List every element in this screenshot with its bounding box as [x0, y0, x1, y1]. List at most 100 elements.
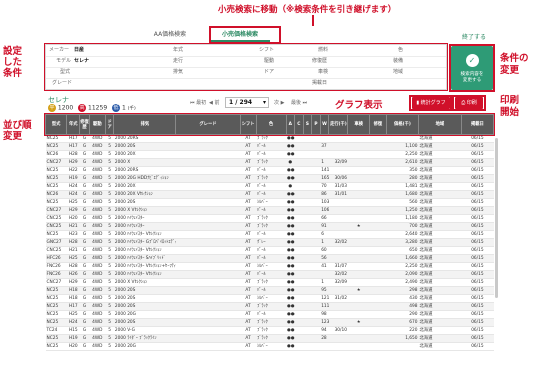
column-header[interactable]: 地域 [418, 114, 462, 135]
table-row[interactable]: NC25 H19 G 4WD 5 2000 20G HDDﾅﾋﾞｴﾃﾞｨｼｮﾝ AT ﾌﾞﾗｯ… [45, 174, 494, 183]
column-header[interactable]: シフト [239, 114, 257, 135]
table-cell [369, 342, 387, 351]
table-cell: ●● [286, 294, 295, 303]
table-row[interactable]: FNC26 H28 G 4WD 5 2000 ﾊｲｳｪｲｽﾀｰ Vｾﾚｸｼｮﾝ+ｾｰﾌﾃｨ… [45, 262, 494, 271]
table-row[interactable]: NC25 H23 G 4WD 5 2000 ﾊｲｳｪｲｽﾀｰ Vｾﾚｸｼｮﾝ AT ﾊﾟｰﾙ ●… [45, 230, 494, 239]
prev-page-button[interactable]: ◀ 前 [209, 99, 219, 106]
table-row[interactable]: NC25 H17 G 4WD 5 2000 20S AT ﾊﾟｰﾙ ●● 37 1,100 北海道 06… [45, 142, 494, 151]
table-cell [347, 302, 370, 311]
table-cell: 06/15 [461, 294, 494, 303]
change-conditions-button[interactable]: ✓ 検索内容を 変更する [451, 46, 493, 90]
column-header[interactable]: 掲載日 [460, 114, 495, 135]
column-header[interactable]: ドア [104, 114, 115, 135]
table-cell: H25 [66, 310, 80, 319]
column-header[interactable]: 価格(千) [385, 114, 420, 135]
table-cell [303, 174, 312, 183]
table-cell: G [79, 246, 90, 255]
table-row[interactable]: CNC25 H21 G 4WD 5 2000 ﾊｲｳｪｲｽﾀｰ Vｾﾚｸｼｮﾝ AT ﾊﾟｰﾙ… [45, 246, 494, 255]
table-row[interactable]: CNC27 H29 G 4WD 5 2000 X AT ﾌﾞﾗｯｸ ● 1 32/09 2,610 北海… [45, 158, 494, 167]
next-page-button[interactable]: 次 ▶ [274, 99, 284, 106]
table-cell: AT [240, 310, 257, 319]
column-header[interactable]: 型式 [44, 114, 68, 135]
column-header[interactable]: 修復 [368, 114, 387, 135]
table-row[interactable]: CNC25 H20 G 4WD 5 2000 ﾊｲｳｪｲｽﾀｰ AT ﾌﾞﾗｯｸ ●● 66 1,1… [45, 214, 494, 223]
column-header[interactable]: 駆動 [88, 114, 106, 135]
table-cell: 5 [105, 342, 114, 351]
tab-aa-search[interactable]: AA価格検索 [140, 28, 200, 42]
column-header[interactable]: S [302, 114, 313, 135]
exit-link[interactable]: 終了する [462, 32, 486, 41]
first-page-button[interactable]: ⏮ 最初 [190, 99, 206, 106]
table-cell: H29 [66, 158, 80, 167]
table-cell: 60 [320, 246, 329, 255]
column-header[interactable]: C [294, 114, 304, 135]
column-header[interactable]: 年式 [66, 114, 81, 135]
column-header[interactable]: 車検 [347, 114, 370, 135]
table-cell: ﾊﾟｰﾙ [256, 230, 286, 239]
table-cell: ﾌﾞﾗｯｸ [256, 214, 286, 223]
table-cell: CNC25 [45, 214, 67, 223]
table-row[interactable]: NC25 H24 G 4WD 5 2000 20S AT ﾌﾞﾗｯｸ ●● 123 ★ 670 北海道 0… [45, 318, 494, 327]
check-icon: ✓ [465, 54, 479, 67]
table-cell: 4WD [89, 342, 106, 351]
callout-change: 条件の 変更 [500, 53, 529, 77]
column-header[interactable]: 修復歴 [79, 114, 90, 135]
table-row[interactable]: GNC27 H28 G 4WD 5 2000 ﾊｲｳｪｲｽﾀｰ Gﾌﾟﾛﾊﾟｲﾛｯﾄｴﾃﾞ… [45, 238, 494, 247]
column-header[interactable]: W [319, 114, 330, 135]
table-cell: 5 [105, 134, 114, 143]
table-cell: 5 [105, 270, 114, 279]
table-row[interactable]: NC25 H25 G 4WD 5 2000 20S AT ｼﾙﾊﾞｰ ●● 103 560 北海道 06… [45, 198, 494, 207]
table-cell [347, 294, 370, 303]
table-row[interactable]: CNC27 H29 G 4WD 5 2000 X Vｾﾚｸｼｮﾝ AT ﾌﾞﾗｯｸ ●● 1 32/… [45, 278, 494, 287]
column-header[interactable]: 走行(千) [328, 114, 349, 135]
table-cell: G [79, 302, 90, 311]
table-cell [175, 158, 241, 167]
column-header[interactable]: P [311, 114, 321, 135]
table-row[interactable]: NC25 H18 G 4WD 5 2000 20S AT ﾊﾟｰﾙ ●● 95 ★ 298 北海道 06/… [45, 286, 494, 295]
column-header[interactable]: グレード [175, 114, 241, 135]
page-select[interactable]: 1 / 294 ▾ [225, 97, 269, 108]
column-header[interactable]: 色 [255, 114, 287, 135]
table-row[interactable]: NC25 H18 G 4WD 5 2000 20S AT ｼﾙﾊﾞｰ ●● 121 31/02 430… [45, 294, 494, 303]
table-cell: 06/15 [461, 262, 494, 271]
table-row[interactable]: NC25 H24 G 4WD 5 2000 20X AT ﾊﾟｰﾙ ● 70 31/03 1,481 北… [45, 182, 494, 191]
table-row[interactable]: TC24 H15 G 4WD 5 2000 V-G AT ﾌﾞﾗｯｸ ●● 94 30/10 220 北… [45, 326, 494, 335]
table-row[interactable]: HFC26 H25 G 4WD 5 2000 ﾊｲｳｪｲｽﾀｰ Sﾊｲﾌﾞﾘｯﾄﾞ AT ﾊﾟ… [45, 254, 494, 263]
table-cell: 06/15 [461, 150, 494, 159]
callout-print: 印刷 開始 [500, 95, 519, 119]
table-row[interactable]: NC25 H17 G 4WD 5 2000 20S AT ﾌﾞﾗｯｸ ●● 111 498 北海道 06… [45, 302, 494, 311]
table-cell: 5 [105, 158, 114, 167]
table-cell: 91 [320, 222, 329, 231]
table-cell [347, 310, 370, 319]
table-row[interactable]: NC26 H28 G 4WD 5 2000 20X AT ﾊﾟｰﾙ ●● 2,250 北海道 06/1… [45, 150, 494, 159]
table-cell: 北海道 [418, 238, 462, 247]
table-row[interactable]: CNC27 H29 G 4WD 5 2000 X Vｾﾚｸｼｮﾝ AT ﾊﾟｰﾙ ●● 106 1,… [45, 206, 494, 215]
table-row[interactable]: NC25 H17 G 4WD 5 2000 20RS AT ﾌﾞﾗｯｸ ●● 北海道 06/15 [45, 134, 494, 143]
table-cell: NC25 [45, 318, 67, 327]
table-cell [175, 182, 241, 191]
table-row[interactable]: NC25 H20 G 4WD 5 2000 20G AT ｼﾙﾊﾞｰ ●● 北海道 06/15 [45, 342, 494, 351]
column-header[interactable]: A [285, 114, 296, 135]
condition-panel: メーカー 日産 モデル セレナ 型式 グレード 年式 走行 排気 シフト 駆動 … [45, 44, 447, 90]
table-cell: 123 [320, 318, 329, 327]
last-page-button[interactable]: 最後 ⏭ [291, 99, 307, 106]
table-row[interactable]: NC25H25G4WD52000 20G ATﾊﾟｰﾙ●●● 98 290北海道06/… [45, 310, 494, 319]
table-cell: 5 [105, 182, 114, 191]
table-cell: ●● [286, 254, 295, 263]
table-row[interactable]: CNC25 H21 G 4WD 5 2000 ﾊｲｳｪｲｽﾀｰ AT ﾌﾞﾗｯｸ ●● 91 ★ 70… [45, 222, 494, 231]
table-cell: ﾊﾟｰﾙ [256, 246, 286, 255]
table-cell [303, 286, 312, 295]
table-cell [328, 214, 348, 223]
table-row[interactable]: FNC26 H26 G 4WD 5 2000 ﾊｲｳｪｲｽﾀｰ Vｾﾚｸｼｮﾝ AT ﾊﾟｰﾙ… [45, 270, 494, 279]
table-cell [175, 302, 241, 311]
table-cell [320, 134, 329, 143]
table-row[interactable]: NC25 H19 G 4WD 5 2000 ﾗｲﾀﾞｰ ﾌﾞﾗｯｸﾗｲﾝ AT ﾌﾞﾗｯｸ ●●… [45, 334, 494, 343]
table-cell: H24 [66, 318, 80, 327]
column-header[interactable]: 排気 [113, 114, 177, 135]
table-cell: 700 [386, 222, 419, 231]
table-row[interactable]: NC26H24G4WD52000 20X Vｾﾚｸｼｮﾝ ATﾊﾟｰﾙ●●● 863… [45, 190, 494, 199]
table-cell: ●●● [286, 190, 295, 199]
table-cell [294, 238, 304, 247]
table-row[interactable]: NC25 H22 G 4WD 5 2000 20RS AT ﾊﾟｰﾙ ●● 141 350 北海道 06… [45, 166, 494, 175]
table-scrollbar[interactable] [495, 138, 498, 298]
